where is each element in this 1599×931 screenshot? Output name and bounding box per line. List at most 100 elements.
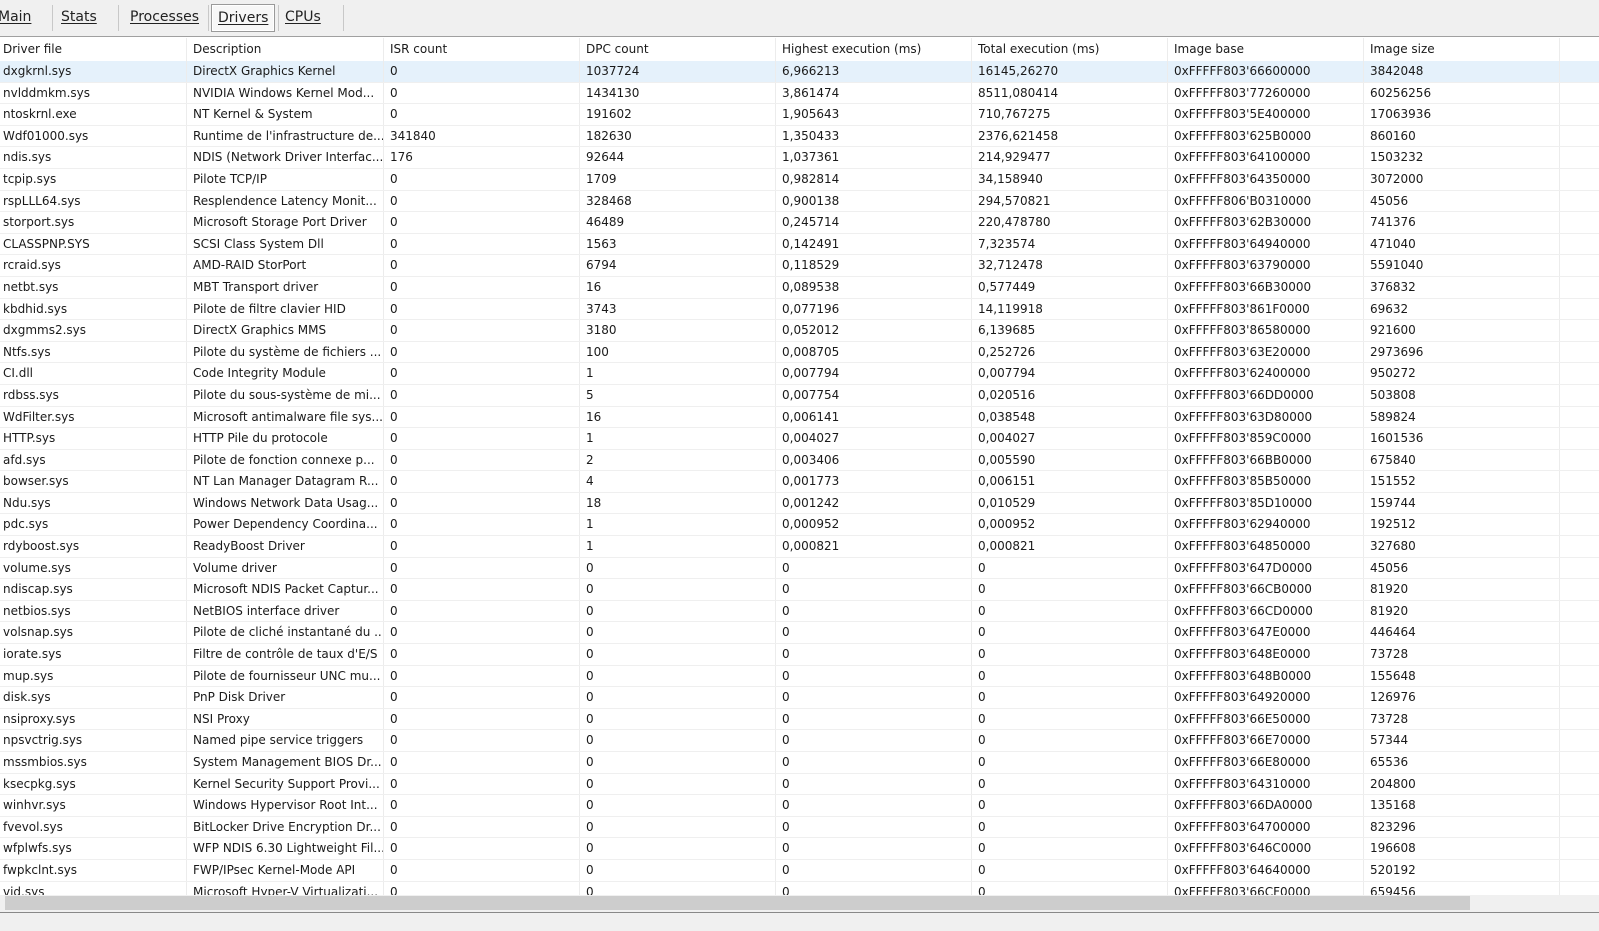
table-row[interactable]: mup.sys Pilote de fournisseur UNC mu... 0 0… [0,665,1599,688]
column-header[interactable]: Highest execution (ms) [776,38,972,61]
table-cell: 0,000952 [972,514,1168,536]
table-cell: 0 [580,795,776,816]
table-row[interactable]: tcpip.sys Pilote TCP/IP 0 1709 0,982814 34,15… [0,168,1599,191]
scrollbar-thumb[interactable] [5,896,1470,910]
table-cell: 1,905643 [776,104,972,125]
table-cell: 0xFFFFF803'66B30000 [1168,276,1364,298]
table-row[interactable]: afd.sys Pilote de fonction connexe p... 0 2… [0,449,1599,472]
table-cell: Named pipe service triggers [187,730,384,751]
table-row[interactable]: disk.sys PnP Disk Driver 0 0 0 0 0xFFFFF803'64… [0,687,1599,709]
table-row[interactable]: nsiproxy.sys NSI Proxy 0 0 0 0 0xFFFFF803'66E5… [0,708,1599,731]
table-cell: 0 [776,644,972,665]
table-row[interactable]: rdbss.sys Pilote du sous-système de mi...… [0,384,1599,407]
table-cell: disk.sys [0,687,187,708]
table-cell: 741376 [1364,212,1560,233]
table-cell: 0xFFFFF803'63790000 [1168,255,1364,276]
table-cell: 446464 [1364,622,1560,644]
table-row[interactable]: ndis.sys NDIS (Network Driver Interfac...… [0,147,1599,169]
table-cell: Microsoft Hyper-V Virtualizati... [187,881,384,896]
table-row[interactable]: rdyboost.sys ReadyBoost Driver 0 1 0,000821 0… [0,536,1599,558]
table-cell: 0 [972,752,1168,773]
table-cell: pdc.sys [0,514,187,536]
table-row[interactable]: CI.dll Code Integrity Module 0 1 0,007794 0,0… [0,363,1599,385]
table-cell: 0 [580,752,776,773]
table-row[interactable]: dxgmms2.sys DirectX Graphics MMS 0 3180 0,05… [0,320,1599,342]
table-cell: 16 [580,406,776,428]
table-cell: Pilote de fournisseur UNC mu... [187,665,384,687]
table-cell: 0 [384,881,580,896]
tab-cpus[interactable]: CPUs [279,4,327,30]
table-cell: 0 [384,665,580,687]
table-cell: 0xFFFFF803'861F0000 [1168,298,1364,320]
table-cell: 710,767275 [972,104,1168,125]
table-row[interactable]: rspLLL64.sys Resplendence Latency Monit..… [0,190,1599,213]
table-row[interactable]: volume.sys Volume driver 0 0 0 0 0xFFFFF803'64… [0,557,1599,580]
table-cell: 0 [972,816,1168,838]
column-header[interactable]: DPC count [580,38,776,61]
table-cell: 0xFFFFF803'66600000 [1168,61,1364,82]
horizontal-scrollbar[interactable] [0,895,1599,912]
table-cell: 0xFFFFF803'647D0000 [1168,557,1364,579]
tab-drivers[interactable]: Drivers [211,4,276,32]
table-cell: 17063936 [1364,104,1560,125]
table-cell: 1503232 [1364,147,1560,168]
table-row[interactable]: volsnap.sys Pilote de cliché instantané d… [0,622,1599,645]
table-row[interactable]: wfplwfs.sys WFP NDIS 6.30 Lightweight Fil… [0,838,1599,860]
table-cell: 0,005590 [972,449,1168,471]
table-cell: volume.sys [0,557,187,579]
tab-processes[interactable]: Processes [124,4,205,30]
table-row[interactable]: vid.sys Microsoft Hyper-V Virtualizati...… [0,881,1599,896]
table-row[interactable]: netbios.sys NetBIOS interface driver 0 0 0 0 0… [0,600,1599,623]
column-header[interactable]: Total execution (ms) [972,38,1168,61]
table-cell: 0xFFFFF803'64700000 [1168,816,1364,838]
table-row[interactable]: Ntfs.sys Pilote du système de fichiers ..… [0,341,1599,364]
table-row[interactable]: kbdhid.sys Pilote de filtre clavier HID 0 3… [0,298,1599,321]
table-row[interactable]: dxgkrnl.sys DirectX Graphics Kernel 0 10377… [0,61,1599,83]
table-cell: 3842048 [1364,61,1560,82]
column-header[interactable]: Description [187,38,384,61]
table-cell: 0xFFFFF806'B0310000 [1168,190,1364,212]
table-cell: 0,006151 [972,471,1168,492]
table-row[interactable]: fwpkclnt.sys FWP/IPsec Kernel-Mode API 0 0 0… [0,859,1599,882]
table-row[interactable]: rcraid.sys AMD-RAID StorPort 0 6794 0,118529… [0,255,1599,277]
table-row[interactable]: ntoskrnl.exe NT Kernel & System 0 191602 1,9… [0,104,1599,126]
table-row[interactable]: nvlddmkm.sys NVIDIA Windows Kernel Mod...… [0,82,1599,105]
table-row[interactable]: Wdf01000.sys Runtime de l'infrastructure … [0,125,1599,148]
column-header[interactable]: ISR count [384,38,580,61]
tab-main[interactable]: Main [0,4,37,30]
table-row[interactable]: CLASSPNP.SYS SCSI Class System Dll 0 1563 0,… [0,233,1599,256]
table-cell: 0 [384,61,580,82]
table-cell: 294,570821 [972,190,1168,212]
table-row[interactable]: Ndu.sys Windows Network Data Usag... 0 18 0,… [0,492,1599,515]
table-cell: 0 [384,233,580,255]
table-cell: 1709 [580,168,776,190]
tab-stats[interactable]: Stats [55,4,103,30]
table-row[interactable]: winhvr.sys Windows Hypervisor Root Int...… [0,795,1599,817]
table-row[interactable]: bowser.sys NT Lan Manager Datagram R... 0 4… [0,471,1599,493]
table-row[interactable]: pdc.sys Power Dependency Coordina... 0 1 0,0… [0,514,1599,537]
table-row[interactable]: iorate.sys Filtre de contrôle de taux d'E… [0,644,1599,666]
table-cell: nvlddmkm.sys [0,82,187,104]
table-cell: SCSI Class System Dll [187,233,384,255]
table-row[interactable]: fvevol.sys BitLocker Drive Encryption Dr.… [0,816,1599,839]
column-header[interactable]: Driver file [0,38,187,61]
table-row[interactable]: ksecpkg.sys Kernel Security Support Provi… [0,773,1599,796]
table-cell: 0 [384,298,580,320]
table-cell: Pilote du système de fichiers ... [187,341,384,363]
table-cell: 0xFFFFF803'64350000 [1168,168,1364,190]
table-row[interactable]: storport.sys Microsoft Storage Port Drive… [0,212,1599,234]
table-row[interactable]: mssmbios.sys System Management BIOS Dr...… [0,752,1599,774]
table-cell: 0 [580,622,776,644]
table-row[interactable]: ndiscap.sys Microsoft NDIS Packet Captur.… [0,579,1599,601]
table-cell: 1 [580,514,776,536]
column-header[interactable]: Image base [1168,38,1364,61]
table-row[interactable]: WdFilter.sys Microsoft antimalware file s… [0,406,1599,429]
table-cell: 0 [384,816,580,838]
table-row[interactable]: netbt.sys MBT Transport driver 0 16 0,089538… [0,276,1599,299]
column-header[interactable]: Image size [1364,38,1560,61]
table-cell: 0,038548 [972,406,1168,428]
table-row[interactable]: npsvctrig.sys Named pipe service triggers… [0,730,1599,752]
table-cell: volsnap.sys [0,622,187,644]
table-row[interactable]: HTTP.sys HTTP Pile du protocole 0 1 0,004027… [0,428,1599,450]
table-cell: 589824 [1364,406,1560,428]
